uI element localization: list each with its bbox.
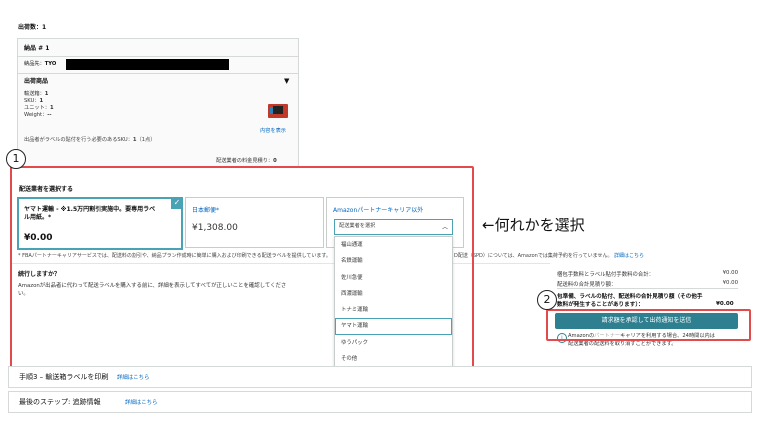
show-contents-link[interactable]: 内容を表示: [260, 128, 286, 135]
shipment-card: 納品 # 1 納品先：TYO 出荷商品 ▼ 輸送箱：1 SKU：1 ユニット：1…: [17, 38, 299, 168]
final-step-learn-more-link[interactable]: 詳細はこちら: [125, 398, 157, 406]
total-label: 包準備、ラベルの貼付、配送料の合計見積り額（その他手数料が発生することがあります…: [557, 294, 703, 309]
fee-row: 梱包手数料とラベル貼付手数料の合計： ¥0.00: [557, 270, 738, 278]
fee-row: 配送料の合計見積り額： ¥0.00: [557, 280, 738, 288]
divider: [557, 288, 738, 289]
step3-section[interactable]: 手順3 – 輸送箱ラベルを印刷 詳細はこちら: [8, 366, 752, 388]
shipment-count: 出荷数：1: [18, 24, 47, 31]
learn-more-link[interactable]: 詳細はこちら: [614, 253, 644, 259]
carrier-fee-estimate: 配送業者の料金見積り：0: [216, 158, 277, 164]
weight-row: Weight：--: [24, 112, 52, 119]
destination: 納品先：TYO: [24, 61, 57, 67]
divider: [18, 73, 298, 74]
fee-summary: 梱包手数料とラベル貼付手数料の合計： ¥0.00 配送料の合計見積り額： ¥0.00: [557, 270, 738, 288]
product-thumbnail: [268, 104, 288, 118]
units-row: ユニット：1: [24, 105, 54, 112]
annotation-box-1: [10, 166, 474, 382]
step3-label: 手順3 – 輸送箱ラベルを印刷: [19, 373, 109, 381]
total-value: ¥0.00: [716, 301, 734, 307]
boxes-row: 輸送箱：1: [24, 91, 49, 97]
annotation-marker-1: 1: [6, 149, 26, 169]
sku-row: SKU：1: [24, 98, 44, 105]
package-title: 納品 # 1: [24, 45, 50, 52]
final-step-section[interactable]: 最後のステップ: 追跡情報 詳細はこちら: [8, 391, 752, 413]
step3-learn-more-link[interactable]: 詳細はこちら: [117, 373, 149, 381]
annotation-box-2: [546, 309, 751, 341]
annotation-marker-2: 2: [537, 290, 557, 310]
annotation-arrow-text: ←何れかを選択: [482, 216, 585, 234]
carrier-footnote-right: D配送（SPD）については、Amazonでは集荷予約を行っていません。 詳細はこ…: [454, 253, 645, 259]
product-stats: 輸送箱：1 SKU：1 ユニット：1 Weight：--: [24, 91, 54, 119]
chevron-down-icon[interactable]: ▼: [284, 77, 289, 85]
products-title: 出荷商品: [24, 78, 49, 85]
label-note: 出品者がラベルの貼付を行う必要のあるSKU：1（1点）: [24, 137, 156, 143]
redacted-address: [66, 59, 229, 70]
divider: [18, 56, 298, 57]
final-step-label: 最後のステップ: 追跡情報: [19, 398, 101, 406]
